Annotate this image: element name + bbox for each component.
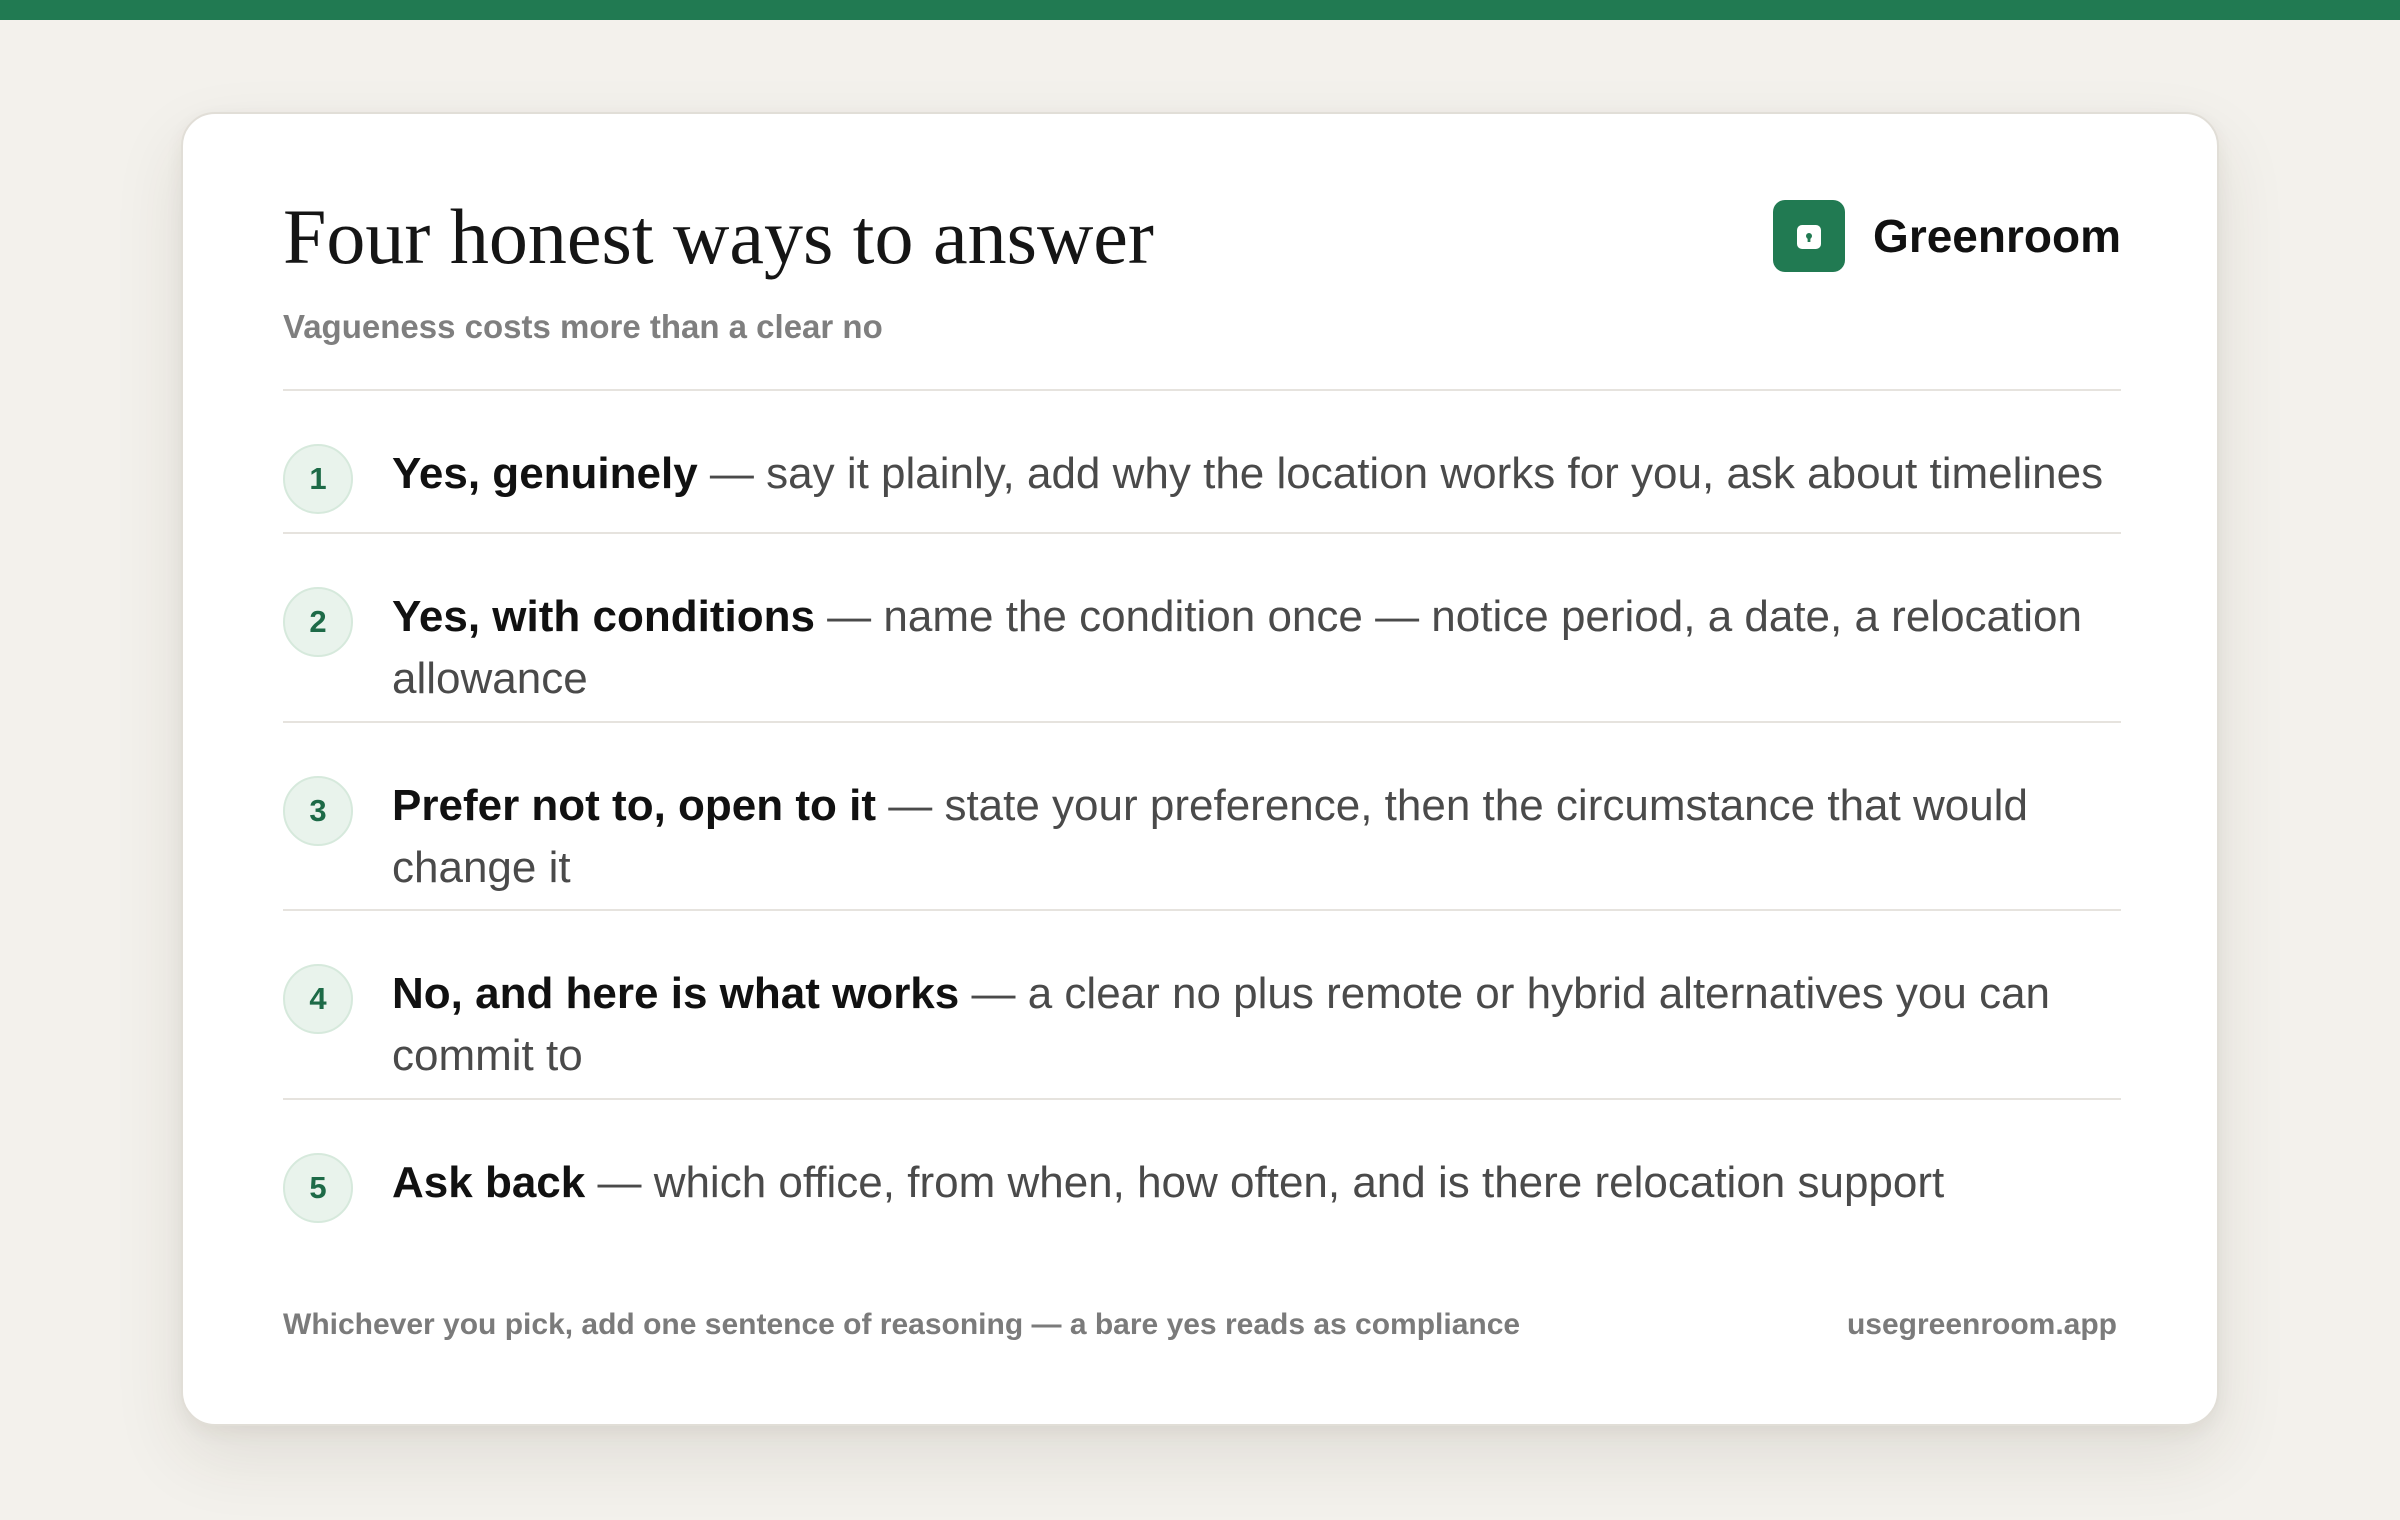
list-item: 2 Yes, with conditions — name the condit…: [283, 534, 2121, 723]
list-item: 3 Prefer not to, open to it — state your…: [283, 723, 2121, 911]
lock-icon: [1773, 200, 1846, 272]
list-item: 4 No, and here is what works — a clear n…: [283, 911, 2121, 1100]
item-text: Prefer not to, open to it — state your p…: [392, 775, 2121, 899]
item-separator: —: [875, 781, 945, 830]
item-lead: Ask back: [392, 1158, 586, 1207]
item-separator: —: [697, 449, 767, 498]
footer-note: Whichever you pick, add one sentence of …: [283, 1308, 1521, 1341]
item-text: Yes, genuinely — say it plainly, add why…: [392, 443, 2121, 505]
list-item: 1 Yes, genuinely — say it plainly, add w…: [283, 391, 2121, 534]
item-lead: Yes, genuinely: [392, 449, 698, 498]
item-lead: Yes, with conditions: [392, 592, 815, 641]
footer-url[interactable]: usegreenroom.app: [1847, 1308, 2117, 1342]
item-detail: which office, from when, how often, and …: [653, 1158, 1945, 1207]
item-number-badge: 2: [283, 587, 353, 657]
item-text: Ask back — which office, from when, how …: [392, 1152, 2121, 1214]
card-title: Four honest ways to answer: [283, 193, 1154, 280]
answer-list: 1 Yes, genuinely — say it plainly, add w…: [283, 391, 2121, 1230]
item-lead: No, and here is what works: [392, 969, 960, 1018]
item-detail: say it plainly, add why the location wor…: [766, 449, 2104, 498]
item-number-badge: 1: [283, 444, 353, 514]
item-separator: —: [814, 592, 884, 641]
item-number-badge: 4: [283, 964, 353, 1034]
item-text: No, and here is what works — a clear no …: [392, 963, 2121, 1087]
top-accent-bar: [0, 0, 2400, 20]
card-subtitle: Vagueness costs more than a clear no: [283, 308, 883, 345]
item-separator: —: [959, 969, 1028, 1018]
item-text: Yes, with conditions — name the conditio…: [392, 586, 2121, 710]
brand: Greenroom: [1773, 200, 2121, 272]
item-separator: —: [585, 1158, 654, 1207]
item-number-badge: 5: [283, 1153, 353, 1223]
item-number-badge: 3: [283, 776, 353, 846]
list-item: 5 Ask back — which office, from when, ho…: [283, 1100, 2121, 1230]
answer-card: Four honest ways to answer Vagueness cos…: [181, 112, 2219, 1426]
item-lead: Prefer not to, open to it: [392, 781, 876, 830]
brand-name: Greenroom: [1873, 210, 2121, 262]
